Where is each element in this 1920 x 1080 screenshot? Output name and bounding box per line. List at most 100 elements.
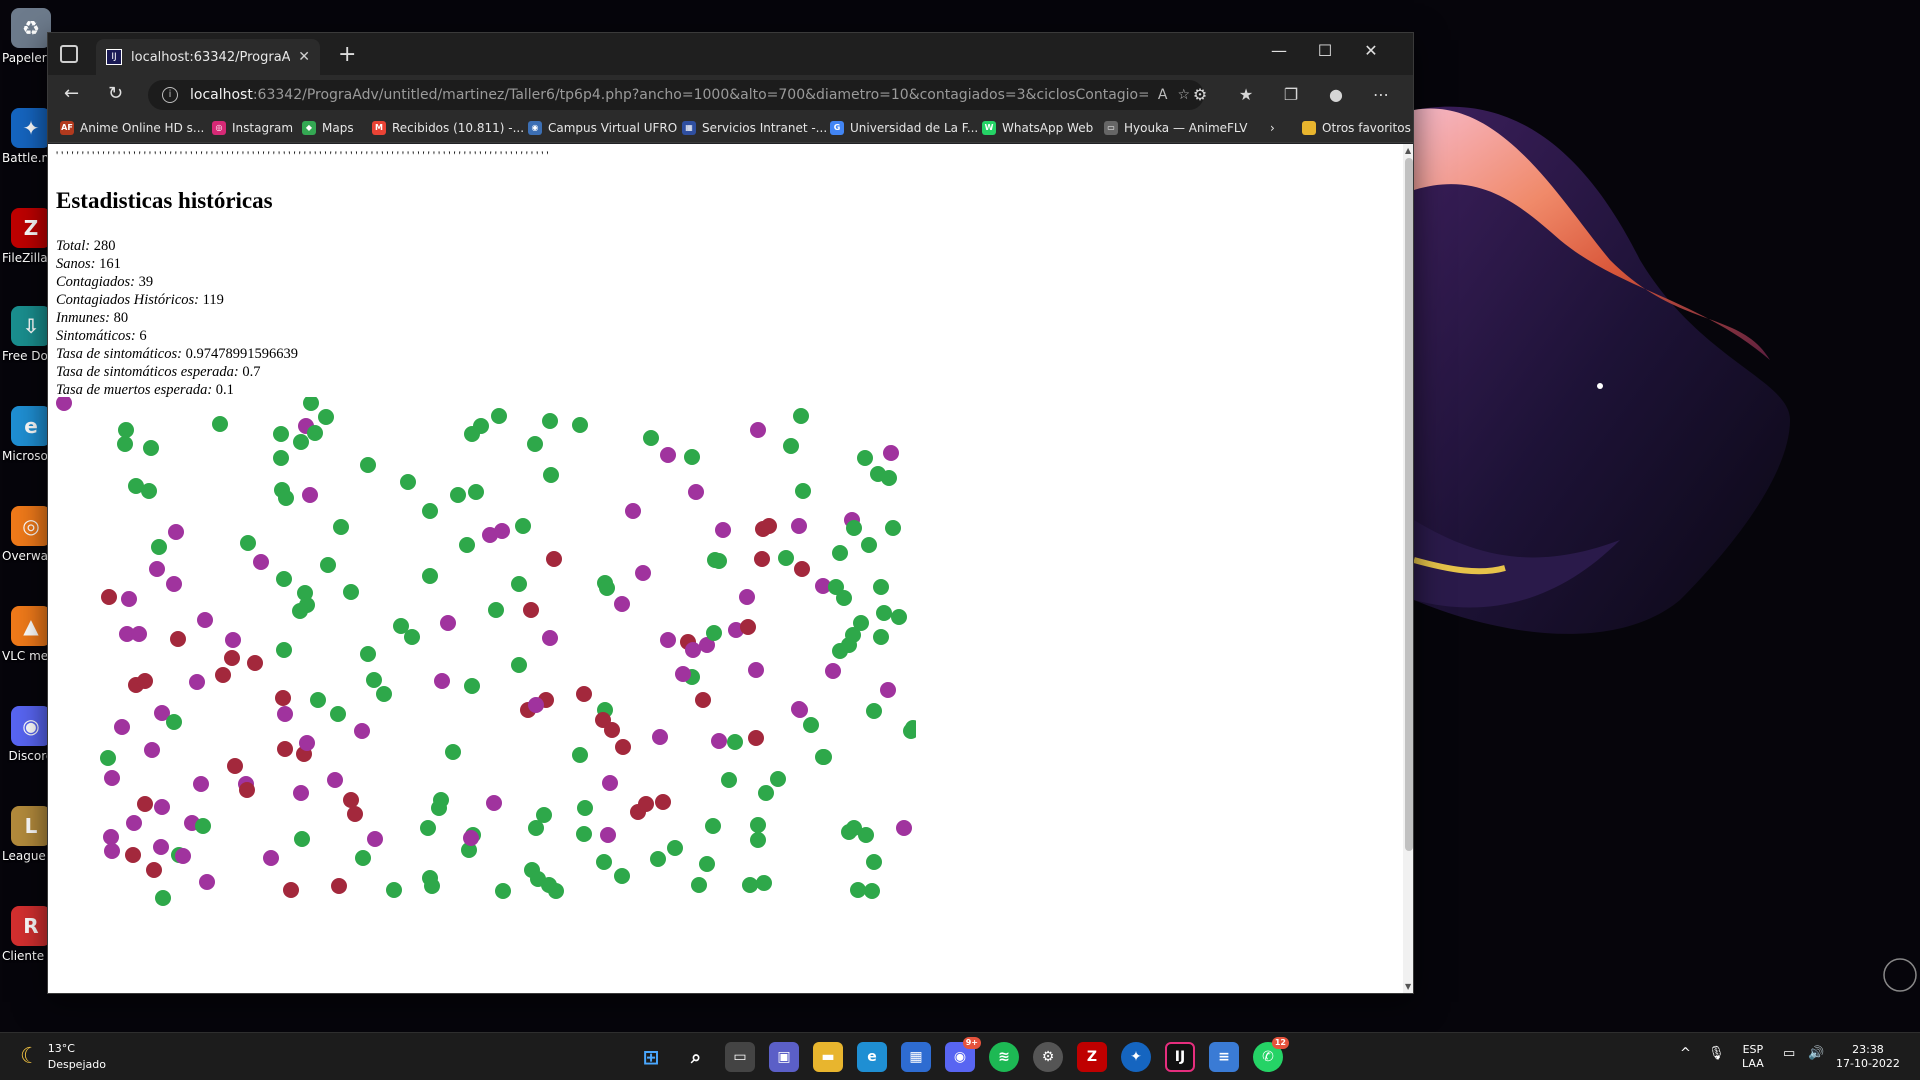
- close-tab-icon[interactable]: ✕: [298, 49, 310, 65]
- healthy-person-dot: [360, 646, 376, 662]
- healthy-person-dot: [422, 568, 438, 584]
- scroll-up-icon[interactable]: ▲: [1405, 146, 1411, 155]
- page-scrollbar[interactable]: ▲ ▼: [1403, 144, 1413, 993]
- symptomatic-person-dot: [283, 882, 299, 898]
- maximize-button[interactable]: ☐: [1302, 41, 1348, 60]
- volume-icon[interactable]: 🔊: [1808, 1047, 1824, 1061]
- symptomatic-person-dot: [247, 655, 263, 671]
- edge-icon[interactable]: e: [857, 1042, 887, 1072]
- infected-person-dot: [154, 799, 170, 815]
- healthy-person-dot: [599, 580, 615, 596]
- bookmark-item[interactable]: ▭ Hyouka — AnimeFLV: [1104, 121, 1248, 135]
- teams-chat-icon[interactable]: ▣: [769, 1042, 799, 1072]
- bookmark-item[interactable]: ◎ Instagram: [212, 121, 293, 135]
- bookmark-item[interactable]: AF Anime Online HD s...: [60, 121, 204, 135]
- healthy-person-dot: [515, 518, 531, 534]
- minimize-button[interactable]: —: [1256, 41, 1302, 60]
- healthy-person-dot: [793, 408, 809, 424]
- read-aloud-icon[interactable]: A: [1148, 87, 1168, 103]
- close-window-button[interactable]: ✕: [1348, 41, 1394, 60]
- scroll-down-icon[interactable]: ▼: [1405, 982, 1411, 991]
- settings-icon[interactable]: ⚙: [1033, 1042, 1063, 1072]
- task-view-icon[interactable]: ▭: [725, 1042, 755, 1072]
- infected-person-dot: [715, 522, 731, 538]
- reload-button[interactable]: ↻: [108, 83, 123, 104]
- healthy-person-dot: [667, 840, 683, 856]
- favorites-icon[interactable]: ★: [1235, 85, 1257, 104]
- healthy-person-dot: [596, 854, 612, 870]
- bookmark-item[interactable]: W WhatsApp Web: [982, 121, 1093, 135]
- bookmarks-overflow-icon[interactable]: ›: [1270, 121, 1275, 135]
- healthy-person-dot: [195, 818, 211, 834]
- infected-person-dot: [685, 642, 701, 658]
- infected-person-dot: [486, 795, 502, 811]
- add-favorite-icon[interactable]: ☆: [1167, 87, 1190, 103]
- infected-person-dot: [652, 729, 668, 745]
- store-icon[interactable]: ▦: [901, 1042, 931, 1072]
- free-download-icon: ⇩: [11, 306, 51, 346]
- discord-icon[interactable]: ◉ 9+: [945, 1037, 981, 1072]
- healthy-person-dot: [491, 408, 507, 424]
- battlenet-icon[interactable]: ✦: [1121, 1042, 1151, 1072]
- healthy-person-dot: [572, 417, 588, 433]
- title-bar: IJ localhost:63342/PrograAdv/untitled ✕ …: [48, 33, 1413, 75]
- infected-person-dot: [189, 674, 205, 690]
- infected-person-dot: [253, 554, 269, 570]
- filezilla-icon[interactable]: Z: [1077, 1042, 1107, 1072]
- bookmark-favicon-icon: M: [372, 121, 386, 135]
- healthy-person-dot: [866, 854, 882, 870]
- healthy-person-dot: [276, 642, 292, 658]
- bookmark-label: Recibidos (10.811) -...: [392, 121, 525, 135]
- language-indicator[interactable]: ESP LAA: [1742, 1043, 1764, 1071]
- healthy-person-dot: [846, 520, 862, 536]
- back-button[interactable]: ←: [64, 83, 79, 104]
- other-favorites-folder[interactable]: Otros favoritos: [1302, 121, 1411, 135]
- infected-person-dot: [168, 524, 184, 540]
- tab-actions-icon[interactable]: [60, 45, 78, 63]
- healthy-person-dot: [548, 883, 564, 899]
- whatsapp-icon[interactable]: ✆ 12: [1253, 1037, 1289, 1072]
- weather-widget[interactable]: ☾ 13°C Despejado: [20, 1041, 106, 1073]
- healthy-person-dot: [758, 785, 774, 801]
- infected-person-dot: [739, 589, 755, 605]
- microphone-icon[interactable]: 🎙: [1708, 1047, 1725, 1061]
- infected-person-dot: [542, 630, 558, 646]
- healthy-person-dot: [527, 436, 543, 452]
- new-tab-button[interactable]: +: [338, 42, 356, 67]
- address-bar[interactable]: i localhost :63342/PrograAdv/untitled/ma…: [148, 80, 1204, 110]
- search-icon[interactable]: ⌕: [681, 1042, 711, 1072]
- scrollbar-thumb[interactable]: [1405, 158, 1413, 851]
- healthy-person-dot: [873, 579, 889, 595]
- spotify-icon[interactable]: ≋: [989, 1042, 1019, 1072]
- start-button[interactable]: ⊞: [636, 1042, 666, 1072]
- infected-person-dot: [675, 666, 691, 682]
- more-menu-icon[interactable]: ⋯: [1370, 85, 1392, 104]
- other-favorites-label: Otros favoritos: [1322, 121, 1411, 135]
- browser-tab[interactable]: IJ localhost:63342/PrograAdv/untitled ✕: [96, 39, 320, 75]
- file-explorer-icon[interactable]: ▬: [813, 1042, 843, 1072]
- healthy-person-dot: [240, 535, 256, 551]
- collections-icon[interactable]: ❐: [1280, 85, 1302, 104]
- profile-avatar[interactable]: ●: [1325, 85, 1347, 104]
- clock[interactable]: 23:38 17-10-2022: [1836, 1043, 1900, 1071]
- bookmark-item[interactable]: ◆ Maps: [302, 121, 354, 135]
- healthy-person-dot: [873, 629, 889, 645]
- notepad-icon[interactable]: ≡: [1209, 1042, 1239, 1072]
- stat-value: 0.97478991596639: [185, 346, 298, 362]
- healthy-person-dot: [318, 409, 334, 425]
- site-info-icon[interactable]: i: [162, 87, 178, 103]
- overwatch-icon: ◎: [11, 506, 51, 546]
- intellij-icon[interactable]: IJ: [1165, 1042, 1195, 1072]
- bookmark-item[interactable]: M Recibidos (10.811) -...: [372, 121, 524, 135]
- bookmark-item[interactable]: ◉ Campus Virtual UFRO: [528, 121, 677, 135]
- stat-row: Contagiados Históricos: 119: [56, 291, 298, 309]
- bookmark-item[interactable]: ▦ Servicios Intranet -...: [682, 121, 827, 135]
- network-icon[interactable]: ▭: [1783, 1047, 1795, 1061]
- bookmark-item[interactable]: G Universidad de La F...: [830, 121, 978, 135]
- bookmark-favicon-icon: AF: [60, 121, 74, 135]
- tray-overflow-icon[interactable]: ^: [1680, 1047, 1691, 1061]
- filezilla-icon: Z: [11, 208, 51, 248]
- extensions-icon[interactable]: ⚙: [1189, 85, 1211, 104]
- healthy-person-dot: [699, 856, 715, 872]
- healthy-person-dot: [684, 449, 700, 465]
